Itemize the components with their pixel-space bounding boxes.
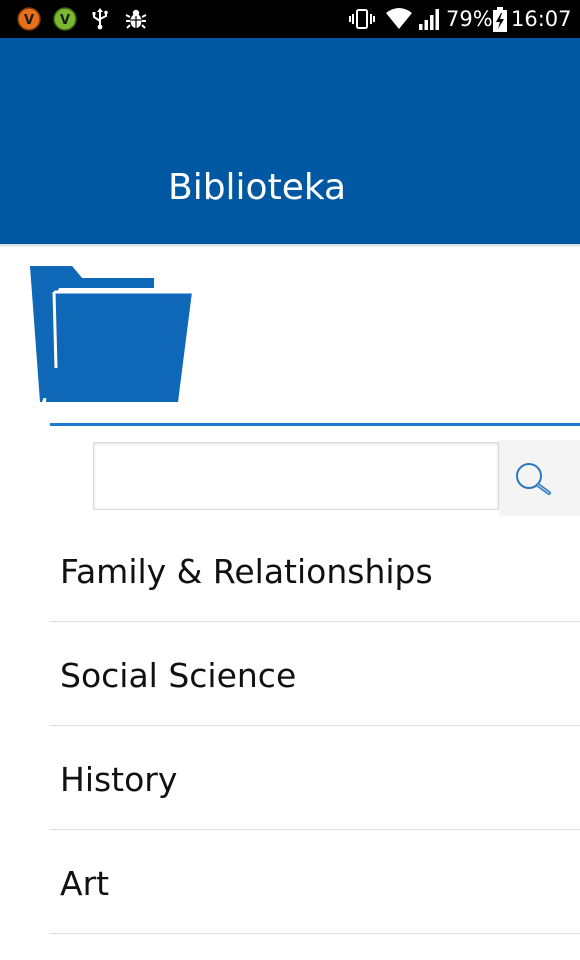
- list-item-art[interactable]: Art: [50, 830, 580, 934]
- battery-percent: 79%: [446, 7, 493, 31]
- search-input[interactable]: [93, 442, 499, 510]
- v-app-icon: V: [53, 7, 77, 31]
- app-bar: Biblioteka: [0, 38, 580, 244]
- battery-charging-icon: [492, 7, 508, 32]
- signal-icon: [418, 7, 442, 31]
- list-item-label: Art: [60, 864, 110, 903]
- list-item-label: History: [60, 760, 178, 799]
- header-divider: [50, 423, 580, 426]
- vlc-icon: V: [17, 7, 41, 31]
- list-item-family-relationships[interactable]: Family & Relationships: [50, 518, 580, 622]
- debug-icon: [124, 7, 148, 31]
- clock: 16:07: [511, 7, 572, 31]
- svg-text:V: V: [24, 13, 34, 28]
- list-item-label: Social Science: [60, 656, 297, 695]
- vibrate-icon: [349, 7, 375, 31]
- svg-text:V: V: [60, 13, 70, 28]
- wifi-icon: [385, 7, 413, 31]
- list-item-social-science[interactable]: Social Science: [50, 622, 580, 726]
- app-title: Biblioteka: [168, 167, 347, 208]
- app-bar-shadow: [0, 244, 580, 248]
- list-item-history[interactable]: History: [50, 726, 580, 830]
- status-bar: V V 79% 16:07: [0, 0, 580, 38]
- folder-icon: [30, 264, 192, 404]
- search-button[interactable]: [499, 440, 580, 516]
- usb-icon: [88, 7, 112, 31]
- category-list: Family & Relationships Social Science Hi…: [50, 518, 580, 934]
- list-item-label: Family & Relationships: [60, 552, 433, 591]
